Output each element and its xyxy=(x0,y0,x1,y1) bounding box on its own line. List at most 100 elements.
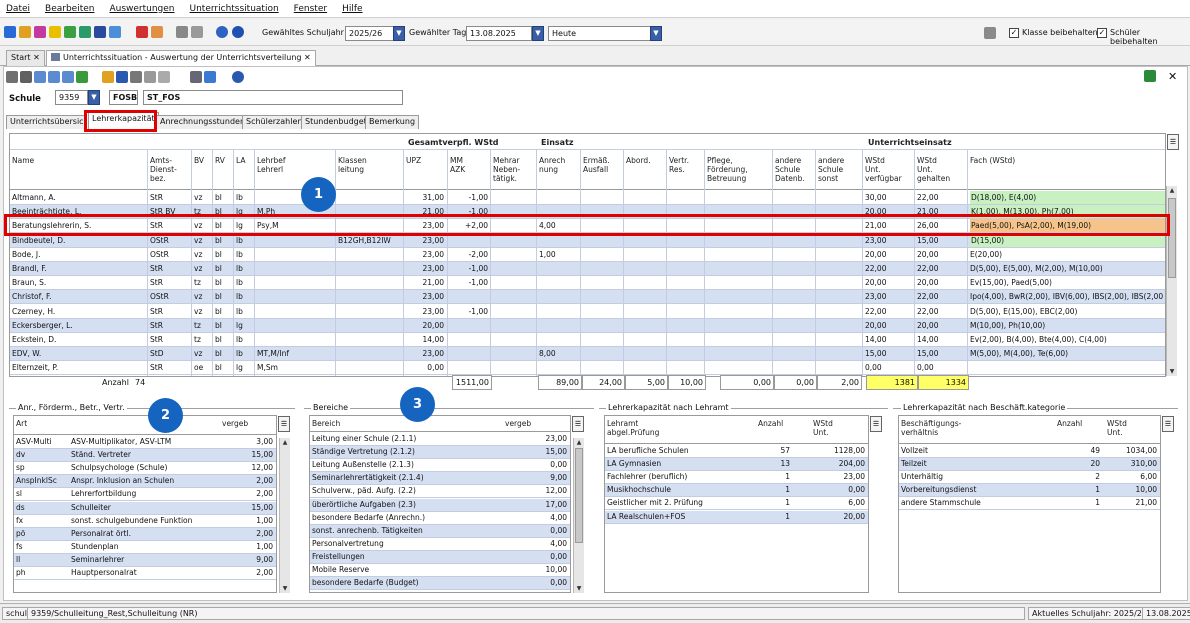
list-item[interactable]: ASV-Multi ASV-Multiplikator, ASV-LTM 3,00 xyxy=(14,436,276,449)
schule-nummer-select[interactable]: 9359 xyxy=(55,90,88,105)
scroll-thumb[interactable] xyxy=(575,448,583,543)
col-header-vergeb[interactable]: vergeb xyxy=(505,419,531,428)
col-header-wstd-geh[interactable]: WStd Unt. gehalten xyxy=(917,156,967,183)
list-item[interactable]: Schulverw., päd. Aufg. (2.2) 12,00 xyxy=(310,485,570,499)
refresh-icon[interactable] xyxy=(76,71,88,83)
list-item[interactable]: Ständige Vertretung (2.1.2) 15,00 xyxy=(310,446,570,460)
export-excel-icon[interactable] xyxy=(1144,70,1156,82)
chart-icon[interactable] xyxy=(49,26,61,38)
col-header-vertr[interactable]: Vertr. Res. xyxy=(669,156,707,174)
tab-stundenbudget[interactable]: Stundenbudget xyxy=(301,115,371,129)
list-item[interactable]: Teilzeit 20 310,00 xyxy=(899,458,1160,472)
table-row[interactable]: Christof, F. OStR vz bl lb 23,00 23,00 22,00 Ipo… xyxy=(10,290,1165,305)
menu-item-2[interactable]: Auswertungen xyxy=(109,4,174,14)
col-header-art[interactable]: Art xyxy=(16,419,27,428)
scroll-up-icon[interactable]: ▲ xyxy=(280,438,290,447)
close-icon[interactable]: ✕ xyxy=(33,53,40,62)
table-row[interactable]: Eckersberger, L. StR tz bl lg 20,00 20,00 20,00… xyxy=(10,318,1165,333)
col-header-wstd[interactable]: WStd Unt. xyxy=(1107,419,1127,437)
duplicate-icon[interactable] xyxy=(62,71,74,83)
column-chooser-icon[interactable]: ☰ xyxy=(1162,416,1174,432)
col-header-bereich[interactable]: Bereich xyxy=(312,419,340,428)
list-item[interactable]: Unterhältig 2 6,00 xyxy=(899,471,1160,485)
print-icon[interactable] xyxy=(136,26,148,38)
column-chooser-icon[interactable]: ☰ xyxy=(870,416,882,432)
chevron-down-icon[interactable]: ▼ xyxy=(393,26,405,41)
col-header-anzahl[interactable]: Anzahl xyxy=(1057,419,1082,428)
table-row[interactable]: Brandl, F. StR vz bl lb 23,00 -1,00 22,00 22,00 D… xyxy=(10,262,1165,276)
schuljahr-select[interactable]: 2025/26 xyxy=(345,26,395,41)
list-item[interactable]: AnspInklSc Anspr. Inklusion an Schulen 2,0… xyxy=(14,475,276,489)
list-item[interactable]: fs Stundenplan 1,00 xyxy=(14,541,276,554)
scroll-down-icon[interactable]: ▼ xyxy=(280,584,290,593)
tab-start[interactable]: Start ✕ xyxy=(6,50,45,66)
close-icon[interactable]: ✕ xyxy=(304,53,311,62)
col-header-name[interactable]: Name xyxy=(12,156,147,165)
scroll-thumb[interactable] xyxy=(1168,198,1176,278)
view-icon[interactable] xyxy=(116,71,128,83)
calendar-dropdown-icon[interactable]: ▼ xyxy=(532,26,544,41)
tab-anrechnungsstunden[interactable]: Anrechnungsstunden xyxy=(156,115,250,129)
menu-item-5[interactable]: Hilfe xyxy=(342,4,362,14)
klasse-checkbox[interactable]: ✓ xyxy=(1009,28,1019,38)
col-header-wstd[interactable]: WStd Unt. xyxy=(813,419,833,437)
heute-select[interactable]: Heute xyxy=(548,26,652,41)
col-header-fach[interactable]: Fach (WStd) xyxy=(970,156,1165,165)
help-icon[interactable] xyxy=(232,26,244,38)
col-header-bv[interactable]: BV xyxy=(194,156,212,165)
tab-unterrichtssituation[interactable]: Unterrichtssituation - Auswertung der Un… xyxy=(46,50,316,66)
cut-icon[interactable] xyxy=(130,71,142,83)
scroll-down-icon[interactable]: ▼ xyxy=(574,584,584,593)
wave-icon[interactable] xyxy=(4,26,16,38)
col-header-mm[interactable]: MM AZK xyxy=(450,156,492,174)
col-header-andere-datenb[interactable]: andere Schule Datenb. xyxy=(775,156,818,183)
list-item[interactable]: fx sonst. schulgebundene Funktion 1,00 xyxy=(14,515,276,528)
list-item[interactable]: sp Schulpsychologe (Schule) 12,00 xyxy=(14,462,276,476)
graduate-icon[interactable] xyxy=(94,26,106,38)
col-header-la[interactable]: LA xyxy=(236,156,254,165)
table-row[interactable]: Bode, J. OStR vz bl lb 23,00 -2,00 1,00 20,00 20,… xyxy=(10,248,1165,262)
scroll-up-icon[interactable]: ▲ xyxy=(1167,186,1177,195)
list-item[interactable]: Musikhochschule 1 0,00 xyxy=(605,484,868,498)
calendar-icon[interactable] xyxy=(19,26,31,38)
column-chooser-icon[interactable]: ☰ xyxy=(1167,134,1179,150)
list-item[interactable]: andere Stammschule 1 21,00 xyxy=(899,497,1160,511)
export-icon[interactable] xyxy=(151,26,163,38)
list-item[interactable]: überörtliche Aufgaben (2.3) 17,00 xyxy=(310,498,570,512)
col-header-kat[interactable]: Beschäftigungs- verhältnis xyxy=(901,419,961,437)
paste-icon[interactable] xyxy=(144,71,156,83)
list-item[interactable]: Freistellungen 0,00 xyxy=(310,550,570,564)
menu-item-3[interactable]: Unterrichtssituation xyxy=(190,4,279,14)
info-icon[interactable] xyxy=(216,26,228,38)
tab-bemerkung[interactable]: Bemerkung xyxy=(365,115,420,129)
print-icon[interactable] xyxy=(190,71,202,83)
list-item[interactable]: Personalvertretung 4,00 xyxy=(310,538,570,551)
close-panel-icon[interactable]: ✕ xyxy=(1168,70,1177,83)
book-icon[interactable] xyxy=(79,26,91,38)
col-header-rv[interactable]: RV xyxy=(215,156,233,165)
tag-input[interactable]: 13.08.2025 xyxy=(466,26,532,41)
edit-icon[interactable] xyxy=(102,71,114,83)
list-item[interactable]: dv Ständ. Vertreter 15,00 xyxy=(14,449,276,463)
col-header-ermaess[interactable]: Ermäß. Ausfall xyxy=(583,156,626,174)
list-item[interactable]: ll Seminarlehrer 9,00 xyxy=(14,553,276,567)
chevron-down-icon[interactable]: ▼ xyxy=(650,26,662,41)
col-header-lehrbef[interactable]: Lehrbef Lehrerl xyxy=(257,156,335,174)
list-item[interactable]: besondere Bedarfe (Budget) 0,00 xyxy=(310,577,570,591)
list-item[interactable]: ds Schulleiter 15,00 xyxy=(14,501,276,515)
save-icon[interactable] xyxy=(6,71,18,83)
tab-unterrichtsuebersicht[interactable]: Unterrichtsübersicht xyxy=(6,115,85,129)
help-icon[interactable] xyxy=(232,71,244,83)
col-header-lehramt[interactable]: Lehramt abgel.Prüfung xyxy=(607,419,659,437)
grid-icon[interactable] xyxy=(34,26,46,38)
list-item[interactable]: Leitung Außenstelle (2.1.3) 0,00 xyxy=(310,459,570,473)
col-header-klassen[interactable]: Klassen leitung xyxy=(338,156,403,174)
schueler-checkbox[interactable]: ✓ xyxy=(1097,28,1107,38)
list-item[interactable]: LA Realschulen+FOS 1 20,00 xyxy=(605,510,868,524)
list-item[interactable]: sonst. anrechenb. Tätigkeiten 0,00 xyxy=(310,524,570,538)
paste-icon[interactable] xyxy=(191,26,203,38)
chevron-down-icon[interactable]: ▼ xyxy=(88,90,100,105)
scroll-up-icon[interactable]: ▲ xyxy=(574,438,584,447)
table-row[interactable]: Elternzeit, P. StR oe bl lg M,Sm 0,00 0,00 0,00 xyxy=(10,361,1165,376)
table-row[interactable]: Braun, S. StR tz bl lb 21,00 -1,00 20,00 20,00 Ev… xyxy=(10,276,1165,291)
